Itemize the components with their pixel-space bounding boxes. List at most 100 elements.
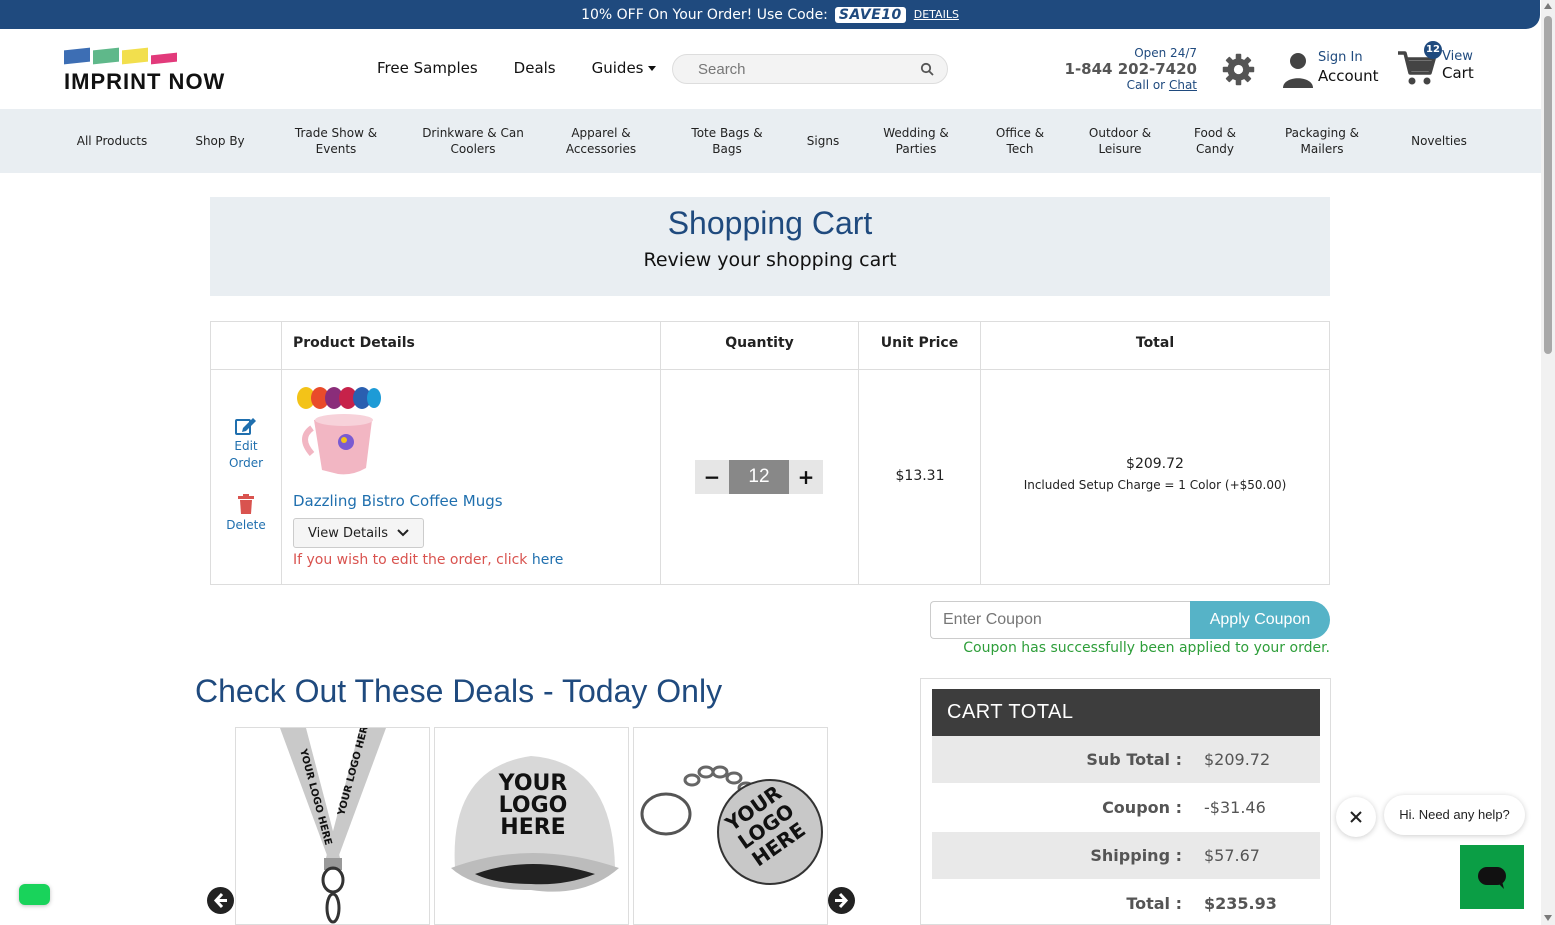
category-wedding[interactable]: Wedding & Parties: [872, 109, 960, 173]
product-image[interactable]: [294, 382, 384, 478]
search-icon[interactable]: [920, 62, 934, 76]
nav-guides[interactable]: Guides: [592, 59, 656, 77]
setup-charge-note: Included Setup Charge = 1 Color (+$50.00…: [1023, 478, 1287, 492]
account-label: Account: [1318, 67, 1379, 85]
cart-total-panel: CART TOTAL Sub Total : $209.72 Coupon : …: [920, 678, 1331, 925]
lanyard-image: YOUR LOGO HERE YOUR LOGO HERE: [280, 728, 386, 924]
coupon-success-message: Coupon has successfully been applied to …: [963, 640, 1330, 656]
nav-free-samples[interactable]: Free Samples: [377, 59, 478, 77]
edit-order-note: If you wish to edit the order, click her…: [293, 552, 564, 568]
nav-guides-label: Guides: [591, 59, 644, 77]
category-all-products[interactable]: All Products: [64, 109, 160, 173]
quantity-value[interactable]: 12: [729, 460, 789, 494]
logo-text: IMPRINT NOW: [64, 69, 226, 94]
category-trade-show[interactable]: Trade Show & Events: [286, 109, 386, 173]
close-icon: [1350, 811, 1362, 823]
view-cart[interactable]: 12 View Cart: [1396, 41, 1480, 91]
category-packaging[interactable]: Packaging & Mailers: [1270, 109, 1374, 173]
category-apparel[interactable]: Apparel & Accessories: [556, 109, 646, 173]
trash-icon: [238, 494, 254, 514]
line-total: $209.72 Included Setup Charge = 1 Color …: [981, 456, 1329, 492]
chat-icon: [1478, 867, 1506, 889]
coupon-value: -$31.46: [1204, 798, 1266, 817]
promo-details-link[interactable]: DETAILS: [914, 8, 959, 21]
delete-button[interactable]: Delete: [225, 494, 267, 532]
contact-info: Open 24/7 1-844 202-7420 Call or Chat: [1060, 46, 1197, 92]
svg-text:HERE: HERE: [500, 815, 565, 840]
accessibility-widget[interactable]: [19, 884, 50, 905]
subtotal-row: Sub Total : $209.72: [932, 736, 1320, 783]
deal-card-keychain[interactable]: YOUR LOGO HERE: [633, 727, 828, 925]
deal-card-cap[interactable]: YOUR LOGO HERE: [434, 727, 629, 925]
scrollbar-thumb[interactable]: [1544, 16, 1552, 354]
keychain-image: YOUR LOGO HERE: [640, 765, 823, 885]
edit-here-link[interactable]: here: [532, 552, 564, 568]
cart-total-title: CART TOTAL: [932, 689, 1320, 736]
delete-label: Delete: [226, 518, 266, 532]
coupon-input[interactable]: [930, 601, 1191, 639]
phone-number[interactable]: 1-844 202-7420: [1060, 60, 1197, 78]
category-novelties[interactable]: Novelties: [1398, 109, 1480, 173]
site-header: IMPRINT NOW Free Samples Deals Guides Op…: [0, 29, 1541, 109]
subtotal-value: $209.72: [1204, 750, 1271, 769]
open-hours: Open 24/7: [1134, 46, 1197, 60]
category-food-candy[interactable]: Food & Candy: [1184, 109, 1246, 173]
site-logo[interactable]: IMPRINT NOW: [64, 47, 244, 94]
view-details-dropdown[interactable]: View Details: [293, 518, 424, 548]
increase-quantity-button[interactable]: +: [789, 460, 823, 494]
cap-image: YOUR LOGO HERE: [451, 756, 619, 892]
unit-price-value: $13.31: [895, 468, 945, 484]
page-title: Shopping Cart: [667, 205, 873, 241]
category-shop-by[interactable]: Shop By: [180, 109, 260, 173]
apply-coupon-button[interactable]: Apply Coupon: [1190, 601, 1330, 639]
cart-header: Shopping Cart Review your shopping cart: [210, 197, 1330, 296]
scroll-up-icon[interactable]: [1544, 3, 1552, 9]
category-bar: All Products Shop By Trade Show & Events…: [0, 109, 1541, 173]
header-product-details: Product Details: [293, 335, 415, 351]
cart-label: Cart: [1442, 64, 1474, 82]
header-unit-price: Unit Price: [880, 335, 959, 351]
page-scrollbar[interactable]: [1541, 0, 1555, 925]
chat-link[interactable]: Chat: [1169, 78, 1197, 92]
deals-title: Check Out These Deals - Today Only: [195, 673, 723, 709]
arrow-right-icon: [835, 892, 849, 909]
scroll-down-icon[interactable]: [1544, 915, 1552, 921]
deals-next-button[interactable]: [828, 887, 855, 914]
user-icon: [1283, 53, 1313, 88]
deal-card-lanyard[interactable]: YOUR LOGO HERE YOUR LOGO HERE: [235, 727, 430, 925]
header-total: Total: [1135, 335, 1175, 351]
category-office-tech[interactable]: Office & Tech: [984, 109, 1056, 173]
main-nav: Free Samples Deals Guides: [377, 59, 656, 77]
grand-total-value: $235.93: [1204, 894, 1277, 913]
deals-prev-button[interactable]: [207, 887, 234, 914]
category-drinkware[interactable]: Drinkware & Can Coolers: [418, 109, 528, 173]
total-row: Total : $235.93: [932, 880, 1320, 925]
quantity-stepper: − 12 +: [695, 460, 823, 494]
sign-in-label: Sign In: [1318, 50, 1363, 65]
page-subtitle: Review your shopping cart: [643, 249, 897, 271]
shipping-row: Shipping : $57.67: [932, 832, 1320, 879]
edit-order-button[interactable]: Edit Order: [225, 416, 267, 472]
chevron-down-icon: [397, 529, 409, 537]
search-input[interactable]: [672, 54, 948, 84]
chat-greeting[interactable]: Hi. Need any help?: [1384, 795, 1525, 835]
edit-order-label: Edit Order: [228, 439, 264, 470]
promo-banner: 10% OFF On Your Order! Use Code: SAVE10 …: [0, 0, 1540, 29]
coupon-row: Coupon : -$31.46: [932, 784, 1320, 831]
gear-icon[interactable]: [1220, 51, 1257, 88]
promo-code: SAVE10: [834, 6, 906, 23]
chat-close-button[interactable]: [1336, 797, 1376, 837]
arrow-left-icon: [213, 892, 227, 909]
chat-launcher-button[interactable]: [1460, 845, 1524, 909]
category-tote-bags[interactable]: Tote Bags & Bags: [680, 109, 774, 173]
header-quantity: Quantity: [725, 335, 794, 351]
edit-icon: [235, 418, 256, 435]
nav-deals[interactable]: Deals: [514, 59, 556, 77]
decrease-quantity-button[interactable]: −: [695, 460, 729, 494]
product-name-link[interactable]: Dazzling Bistro Coffee Mugs: [293, 492, 503, 510]
promo-text: 10% OFF On Your Order! Use Code:: [581, 6, 828, 23]
category-signs[interactable]: Signs: [796, 109, 850, 173]
sign-in-account[interactable]: Sign In Account: [1282, 50, 1392, 90]
call-or-chat: Call or Chat: [1126, 78, 1197, 92]
category-outdoor[interactable]: Outdoor & Leisure: [1078, 109, 1162, 173]
